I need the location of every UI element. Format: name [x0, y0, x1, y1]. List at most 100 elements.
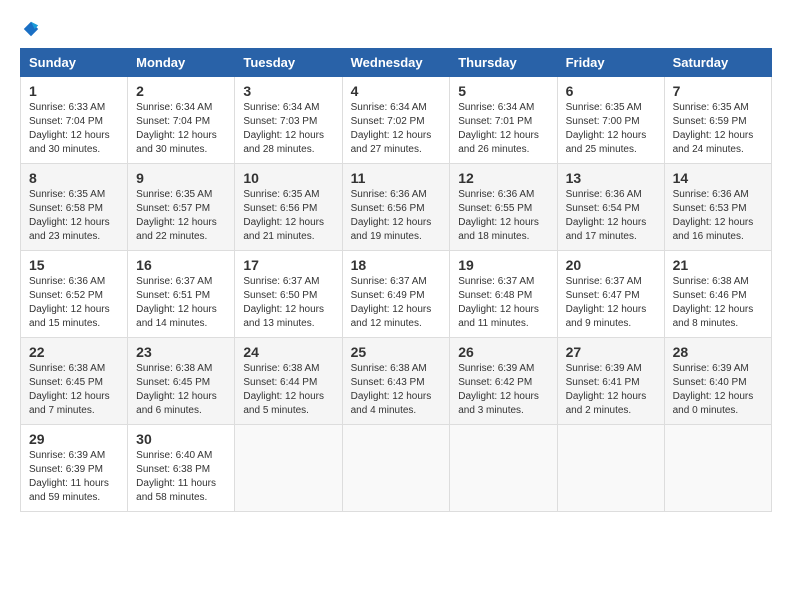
- day-header-monday: Monday: [128, 49, 235, 77]
- calendar-cell: 28Sunrise: 6:39 AMSunset: 6:40 PMDayligh…: [664, 338, 771, 425]
- day-number: 3: [243, 83, 333, 99]
- calendar-cell: 18 Sunrise: 6:37 AMSunset: 6:49 PMDayligh…: [342, 251, 450, 338]
- day-header-thursday: Thursday: [450, 49, 557, 77]
- day-number: 25: [351, 344, 442, 360]
- day-info: Sunrise: 6:36 AMSunset: 6:52 PMDaylight:…: [29, 275, 119, 331]
- calendar-week-row: 22 Sunrise: 6:38 AMSunset: 6:45 PMDayligh…: [21, 338, 772, 425]
- day-number: 19: [458, 257, 548, 273]
- day-number: 20: [566, 257, 656, 273]
- day-number: 14: [673, 170, 763, 186]
- calendar-cell: 30Sunrise: 6:40 AMSunset: 6:38 PMDayligh…: [128, 425, 235, 512]
- day-info: Sunrise: 6:34 AMSunset: 7:03 PMDaylight:…: [243, 101, 333, 157]
- calendar-cell: 4Sunrise: 6:34 AMSunset: 7:02 PMDaylight…: [342, 77, 450, 164]
- calendar-cell: 11 Sunrise: 6:36 AMSunset: 6:56 PMDayligh…: [342, 164, 450, 251]
- day-info: Sunrise: 6:34 AMSunset: 7:02 PMDaylight:…: [351, 101, 442, 157]
- calendar-cell: 2 Sunrise: 6:34 AMSunset: 7:04 PMDaylight…: [128, 77, 235, 164]
- day-info: Sunrise: 6:35 AMSunset: 6:58 PMDaylight:…: [29, 188, 119, 244]
- day-number: 2: [136, 83, 226, 99]
- calendar-cell: 8 Sunrise: 6:35 AMSunset: 6:58 PMDaylight…: [21, 164, 128, 251]
- day-info: Sunrise: 6:39 AMSunset: 6:41 PMDaylight:…: [566, 362, 656, 418]
- calendar-cell: 9 Sunrise: 6:35 AMSunset: 6:57 PMDaylight…: [128, 164, 235, 251]
- calendar-week-row: 29 Sunrise: 6:39 AMSunset: 6:39 PMDayligh…: [21, 425, 772, 512]
- calendar-cell: 14 Sunrise: 6:36 AMSunset: 6:53 PMDayligh…: [664, 164, 771, 251]
- calendar-cell: [557, 425, 664, 512]
- day-info: Sunrise: 6:35 AMSunset: 6:59 PMDaylight:…: [673, 101, 763, 157]
- calendar-cell: 25 Sunrise: 6:38 AMSunset: 6:43 PMDayligh…: [342, 338, 450, 425]
- calendar-cell: 5 Sunrise: 6:34 AMSunset: 7:01 PMDaylight…: [450, 77, 557, 164]
- calendar-cell: 6 Sunrise: 6:35 AMSunset: 7:00 PMDaylight…: [557, 77, 664, 164]
- day-header-saturday: Saturday: [664, 49, 771, 77]
- calendar-cell: 1Sunrise: 6:33 AMSunset: 7:04 PMDaylight…: [21, 77, 128, 164]
- calendar-cell: 17 Sunrise: 6:37 AMSunset: 6:50 PMDayligh…: [235, 251, 342, 338]
- day-info: Sunrise: 6:35 AMSunset: 7:00 PMDaylight:…: [566, 101, 656, 157]
- calendar-cell: 13 Sunrise: 6:36 AMSunset: 6:54 PMDayligh…: [557, 164, 664, 251]
- calendar-cell: 10 Sunrise: 6:35 AMSunset: 6:56 PMDayligh…: [235, 164, 342, 251]
- day-info: Sunrise: 6:37 AMSunset: 6:49 PMDaylight:…: [351, 275, 442, 331]
- calendar-cell: 24 Sunrise: 6:38 AMSunset: 6:44 PMDayligh…: [235, 338, 342, 425]
- day-number: 21: [673, 257, 763, 273]
- calendar-cell: 12 Sunrise: 6:36 AMSunset: 6:55 PMDayligh…: [450, 164, 557, 251]
- calendar-week-row: 15 Sunrise: 6:36 AMSunset: 6:52 PMDayligh…: [21, 251, 772, 338]
- day-number: 29: [29, 431, 119, 447]
- day-info: Sunrise: 6:35 AMSunset: 6:56 PMDaylight:…: [243, 188, 333, 244]
- day-number: 11: [351, 170, 442, 186]
- day-info: Sunrise: 6:35 AMSunset: 6:57 PMDaylight:…: [136, 188, 226, 244]
- calendar-cell: [235, 425, 342, 512]
- calendar-week-row: 1Sunrise: 6:33 AMSunset: 7:04 PMDaylight…: [21, 77, 772, 164]
- calendar-cell: [664, 425, 771, 512]
- day-info: Sunrise: 6:39 AMSunset: 6:40 PMDaylight:…: [673, 362, 763, 418]
- day-header-wednesday: Wednesday: [342, 49, 450, 77]
- calendar-cell: 20 Sunrise: 6:37 AMSunset: 6:47 PMDayligh…: [557, 251, 664, 338]
- day-number: 6: [566, 83, 656, 99]
- day-number: 26: [458, 344, 548, 360]
- logo: [20, 20, 40, 38]
- day-info: Sunrise: 6:36 AMSunset: 6:56 PMDaylight:…: [351, 188, 442, 244]
- calendar-cell: 27 Sunrise: 6:39 AMSunset: 6:41 PMDayligh…: [557, 338, 664, 425]
- calendar-cell: [342, 425, 450, 512]
- day-number: 24: [243, 344, 333, 360]
- day-number: 13: [566, 170, 656, 186]
- day-info: Sunrise: 6:39 AMSunset: 6:39 PMDaylight:…: [29, 449, 119, 505]
- calendar-cell: 23Sunrise: 6:38 AMSunset: 6:45 PMDayligh…: [128, 338, 235, 425]
- day-info: Sunrise: 6:38 AMSunset: 6:46 PMDaylight:…: [673, 275, 763, 331]
- day-info: Sunrise: 6:37 AMSunset: 6:47 PMDaylight:…: [566, 275, 656, 331]
- calendar-cell: 16Sunrise: 6:37 AMSunset: 6:51 PMDayligh…: [128, 251, 235, 338]
- calendar-cell: 26 Sunrise: 6:39 AMSunset: 6:42 PMDayligh…: [450, 338, 557, 425]
- day-header-friday: Friday: [557, 49, 664, 77]
- day-number: 22: [29, 344, 119, 360]
- day-info: Sunrise: 6:34 AMSunset: 7:04 PMDaylight:…: [136, 101, 226, 157]
- calendar-cell: 29 Sunrise: 6:39 AMSunset: 6:39 PMDayligh…: [21, 425, 128, 512]
- day-number: 5: [458, 83, 548, 99]
- day-header-sunday: Sunday: [21, 49, 128, 77]
- day-number: 1: [29, 83, 119, 99]
- calendar-cell: 19 Sunrise: 6:37 AMSunset: 6:48 PMDayligh…: [450, 251, 557, 338]
- day-number: 10: [243, 170, 333, 186]
- day-number: 9: [136, 170, 226, 186]
- day-info: Sunrise: 6:36 AMSunset: 6:54 PMDaylight:…: [566, 188, 656, 244]
- day-number: 18: [351, 257, 442, 273]
- calendar-cell: 22 Sunrise: 6:38 AMSunset: 6:45 PMDayligh…: [21, 338, 128, 425]
- calendar-cell: 7 Sunrise: 6:35 AMSunset: 6:59 PMDaylight…: [664, 77, 771, 164]
- calendar-cell: 15 Sunrise: 6:36 AMSunset: 6:52 PMDayligh…: [21, 251, 128, 338]
- calendar-cell: 3 Sunrise: 6:34 AMSunset: 7:03 PMDaylight…: [235, 77, 342, 164]
- day-info: Sunrise: 6:37 AMSunset: 6:51 PMDaylight:…: [136, 275, 226, 331]
- day-number: 30: [136, 431, 226, 447]
- day-info: Sunrise: 6:38 AMSunset: 6:44 PMDaylight:…: [243, 362, 333, 418]
- day-number: 7: [673, 83, 763, 99]
- day-info: Sunrise: 6:38 AMSunset: 6:43 PMDaylight:…: [351, 362, 442, 418]
- day-number: 8: [29, 170, 119, 186]
- calendar-cell: 21 Sunrise: 6:38 AMSunset: 6:46 PMDayligh…: [664, 251, 771, 338]
- day-number: 12: [458, 170, 548, 186]
- day-info: Sunrise: 6:38 AMSunset: 6:45 PMDaylight:…: [29, 362, 119, 418]
- day-info: Sunrise: 6:37 AMSunset: 6:48 PMDaylight:…: [458, 275, 548, 331]
- day-number: 17: [243, 257, 333, 273]
- day-number: 27: [566, 344, 656, 360]
- day-number: 15: [29, 257, 119, 273]
- day-info: Sunrise: 6:36 AMSunset: 6:53 PMDaylight:…: [673, 188, 763, 244]
- calendar-header-row: SundayMondayTuesdayWednesdayThursdayFrid…: [21, 49, 772, 77]
- day-info: Sunrise: 6:39 AMSunset: 6:42 PMDaylight:…: [458, 362, 548, 418]
- calendar-cell: [450, 425, 557, 512]
- day-info: Sunrise: 6:37 AMSunset: 6:50 PMDaylight:…: [243, 275, 333, 331]
- day-info: Sunrise: 6:34 AMSunset: 7:01 PMDaylight:…: [458, 101, 548, 157]
- day-info: Sunrise: 6:36 AMSunset: 6:55 PMDaylight:…: [458, 188, 548, 244]
